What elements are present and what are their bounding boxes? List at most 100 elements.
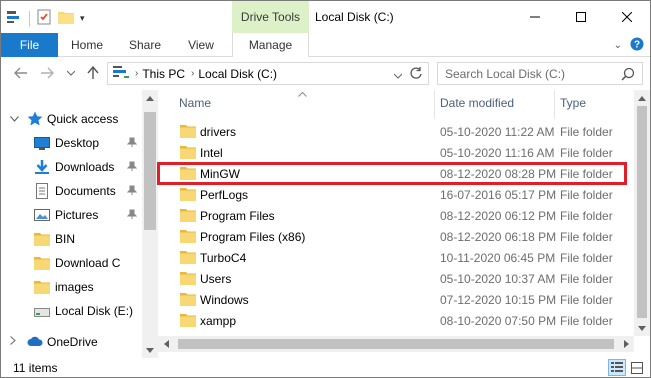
svg-text:?: ? xyxy=(634,40,640,51)
documents-icon xyxy=(34,183,50,199)
breadcrumb-separator-icon: › xyxy=(191,68,195,79)
scroll-right-arrow-icon[interactable] xyxy=(618,336,634,352)
file-list: Name Date modified Type drivers 05-10-202… xyxy=(157,90,650,358)
file-date-modified: 08-12-2020 06:12 PM xyxy=(440,209,557,223)
expanded-chevron-icon[interactable] xyxy=(10,114,19,125)
pin-icon[interactable] xyxy=(126,185,138,198)
nav-item-documents[interactable]: Documents xyxy=(1,179,142,203)
drive-icon xyxy=(34,304,50,320)
table-row[interactable]: Users 05-10-2020 10:37 AM File folder xyxy=(158,268,634,289)
tab-share[interactable]: Share xyxy=(119,33,171,57)
file-type: File folder xyxy=(560,314,613,328)
explorer-app-icon[interactable] xyxy=(7,10,23,27)
minimize-button[interactable] xyxy=(512,1,558,33)
nav-pane-scrollbar[interactable] xyxy=(142,90,158,358)
tab-manage[interactable]: Manage xyxy=(232,33,309,57)
back-button[interactable] xyxy=(13,65,29,81)
tab-view[interactable]: View xyxy=(177,33,225,57)
scrollbar-thumb[interactable] xyxy=(178,339,614,349)
nav-item-images[interactable]: images xyxy=(1,275,142,299)
new-folder-icon[interactable] xyxy=(58,10,74,27)
file-type: File folder xyxy=(560,272,613,286)
file-name: drivers xyxy=(200,125,237,139)
column-header-name[interactable]: Name xyxy=(179,96,211,110)
nav-item-download-c[interactable]: Download C xyxy=(1,251,142,275)
table-row[interactable]: TurboC4 10-11-2020 06:45 PM File folder xyxy=(158,247,634,268)
file-name: xampp xyxy=(200,314,237,328)
file-date-modified: 05-10-2020 10:37 AM xyxy=(440,272,556,286)
file-name: Users xyxy=(200,272,232,286)
column-divider[interactable] xyxy=(434,90,435,119)
file-list-vertical-scrollbar[interactable] xyxy=(634,90,650,336)
file-date-modified: 10-11-2020 06:45 PM xyxy=(440,251,556,265)
nav-item-quick-access[interactable]: Quick access xyxy=(1,107,142,131)
search-input[interactable]: Search Local Disk (C:) xyxy=(437,62,643,85)
nav-item-downloads[interactable]: Downloads xyxy=(1,155,142,179)
nav-item-desktop[interactable]: Desktop xyxy=(1,131,142,155)
address-row: › This PC › Local Disk (C:) Search Local… xyxy=(1,57,650,90)
collapsed-chevron-icon[interactable] xyxy=(10,336,16,348)
annotation-highlight-box xyxy=(157,162,627,185)
file-name: TurboC4 xyxy=(200,251,247,265)
details-view-icon[interactable] xyxy=(608,359,626,376)
folder-icon xyxy=(34,280,50,296)
tab-home[interactable]: Home xyxy=(61,33,113,57)
file-list-horizontal-scrollbar[interactable] xyxy=(158,336,634,352)
up-button[interactable] xyxy=(85,65,101,81)
table-row[interactable]: Program Files (x86) 08-12-2020 06:18 PM Fi… xyxy=(158,226,634,247)
search-icon[interactable] xyxy=(621,67,635,84)
column-header-date-modified[interactable]: Date modified xyxy=(440,96,514,110)
breadcrumb-this-pc[interactable]: This PC xyxy=(142,67,185,81)
folder-icon xyxy=(180,292,196,306)
pin-icon[interactable] xyxy=(126,161,138,174)
scrollbar-thumb[interactable] xyxy=(637,106,647,318)
scroll-left-arrow-icon[interactable] xyxy=(158,336,174,352)
recent-locations-chevron-icon[interactable] xyxy=(63,65,79,81)
file-date-modified: 05-10-2020 11:16 AM xyxy=(440,146,555,160)
column-divider[interactable] xyxy=(554,90,555,119)
folder-icon xyxy=(34,256,50,272)
maximize-button[interactable] xyxy=(558,1,604,33)
scroll-up-arrow-icon[interactable] xyxy=(142,90,158,106)
pin-icon[interactable] xyxy=(126,209,138,222)
table-row[interactable]: Windows 07-12-2020 10:15 PM File folder xyxy=(158,289,634,310)
forward-button[interactable] xyxy=(39,65,55,81)
folder-icon xyxy=(180,229,196,243)
folder-icon xyxy=(180,145,196,159)
help-icon[interactable]: ? xyxy=(630,37,644,54)
nav-item-local-disk-e[interactable]: Local Disk (E:) xyxy=(1,299,142,323)
file-date-modified: 05-10-2020 11:22 AM xyxy=(440,125,555,139)
scroll-up-arrow-icon[interactable] xyxy=(634,90,650,106)
folder-icon xyxy=(180,187,196,201)
customize-toolbar-icon[interactable]: ▾ xyxy=(80,13,85,24)
table-row[interactable]: drivers 05-10-2020 11:22 AM File folder xyxy=(158,121,634,142)
address-dropdown-icon[interactable] xyxy=(393,68,403,82)
nav-item-onedrive[interactable]: OneDrive xyxy=(1,330,142,354)
column-header-type[interactable]: Type xyxy=(560,96,586,110)
properties-icon[interactable] xyxy=(36,9,52,28)
expand-ribbon-icon[interactable]: ⌄ xyxy=(614,40,622,51)
nav-item-bin[interactable]: BIN xyxy=(1,227,142,251)
address-bar[interactable]: › This PC › Local Disk (C:) xyxy=(107,62,429,85)
table-row[interactable]: Program Files 08-12-2020 06:12 PM File fol… xyxy=(158,205,634,226)
pin-icon[interactable] xyxy=(126,137,138,150)
quick-access-toolbar: ▾ xyxy=(7,9,85,28)
nav-item-label: Documents xyxy=(55,184,116,198)
scrollbar-thumb[interactable] xyxy=(144,112,156,230)
nav-item-label: BIN xyxy=(55,232,76,246)
table-row[interactable]: PerfLogs 16-07-2016 05:17 PM File folder xyxy=(158,184,634,205)
nav-item-pictures[interactable]: Pictures xyxy=(1,203,142,227)
downloads-icon xyxy=(34,159,50,175)
scroll-down-arrow-icon[interactable] xyxy=(142,342,158,358)
refresh-icon[interactable] xyxy=(409,66,423,83)
file-date-modified: 07-12-2020 10:15 PM xyxy=(440,293,557,307)
table-row[interactable]: xampp 08-10-2020 07:50 PM File folder xyxy=(158,310,634,331)
table-row[interactable]: Intel 05-10-2020 11:16 AM File folder xyxy=(158,142,634,163)
close-button[interactable] xyxy=(604,1,650,33)
tab-file[interactable]: File xyxy=(1,33,58,57)
file-type: File folder xyxy=(560,125,613,139)
column-header-row: Name Date modified Type xyxy=(158,90,634,119)
scroll-down-arrow-icon[interactable] xyxy=(634,320,650,336)
breadcrumb-local-disk-c[interactable]: Local Disk (C:) xyxy=(198,67,277,81)
large-icons-view-icon[interactable] xyxy=(628,359,646,376)
